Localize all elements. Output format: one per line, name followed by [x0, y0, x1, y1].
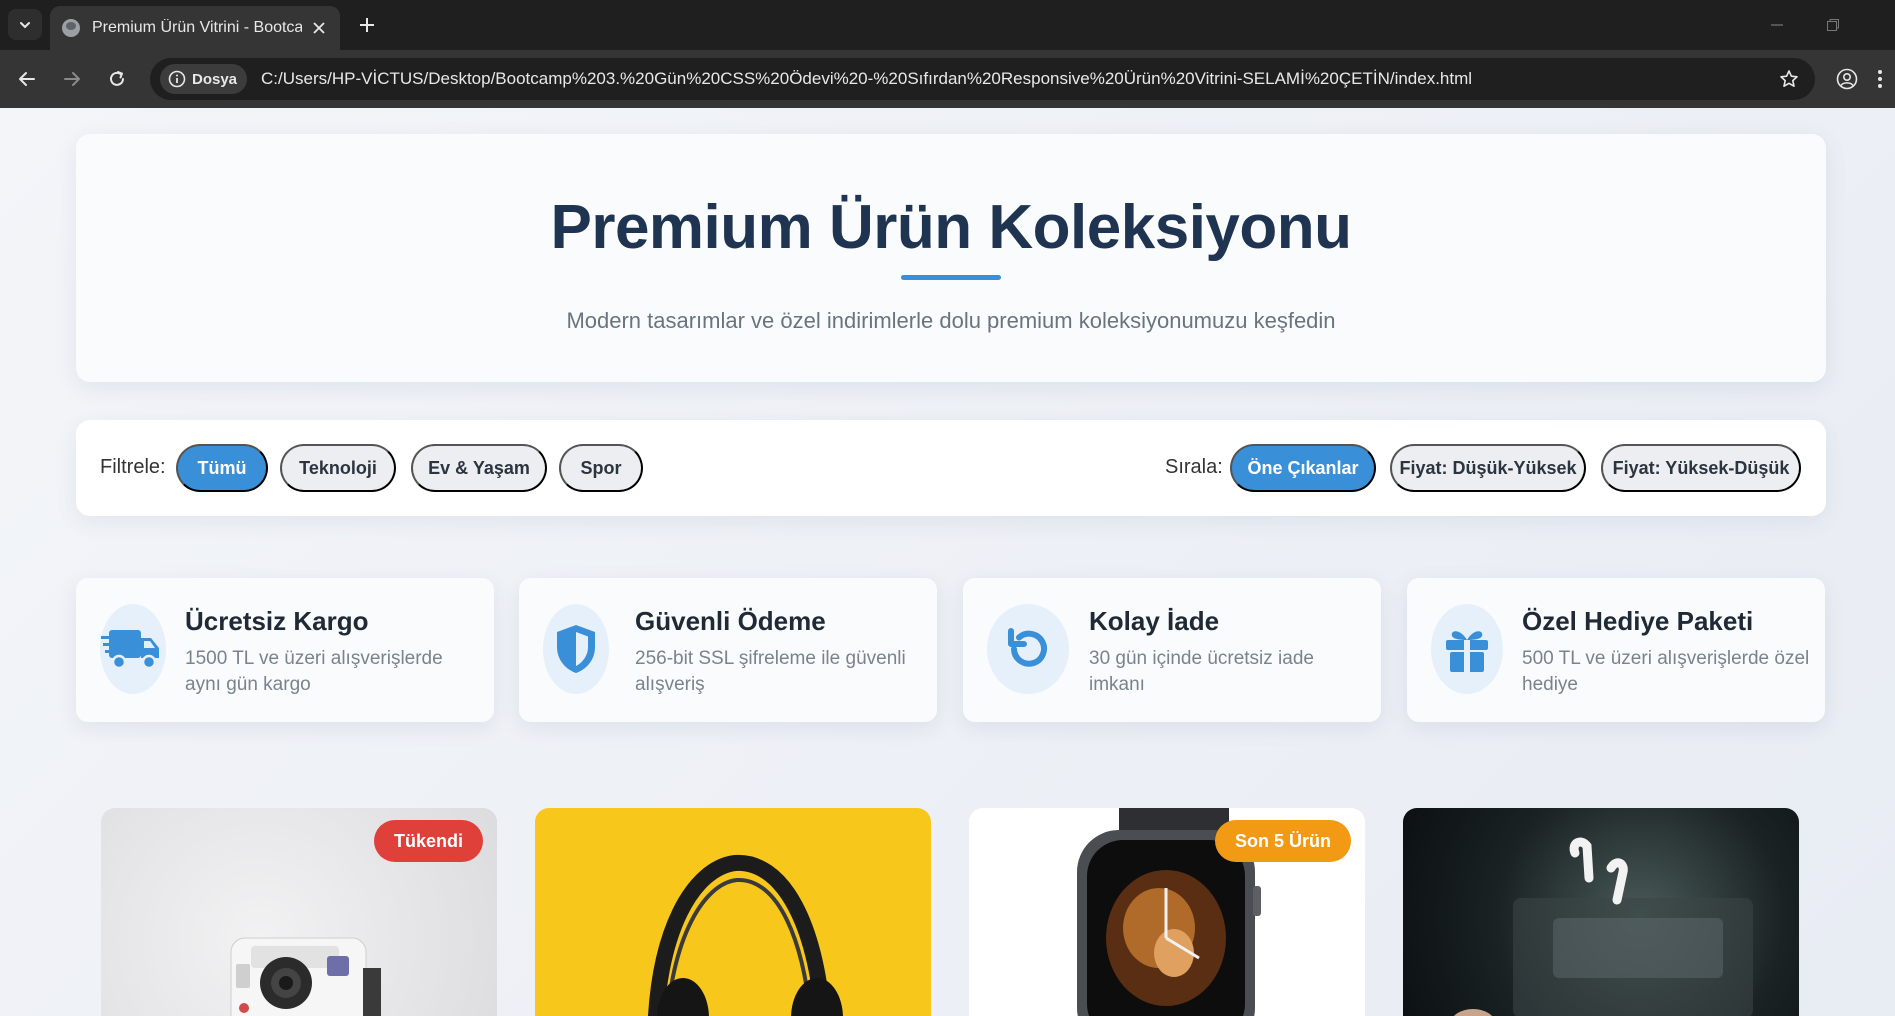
minimize-icon — [1771, 24, 1783, 26]
reload-button[interactable] — [101, 63, 133, 95]
undo-icon-badge — [987, 604, 1069, 694]
hero-section: Premium Ürün Koleksiyonu Modern tasarıml… — [76, 134, 1826, 382]
bookmark-button[interactable] — [1777, 67, 1801, 91]
product-card-headphones[interactable] — [535, 808, 931, 1016]
url-text[interactable]: C:/Users/HP-VİCTUS/Desktop/Bootcamp%203.… — [261, 69, 1472, 89]
feature-title: Güvenli Ödeme — [635, 606, 826, 636]
star-icon — [1780, 70, 1798, 87]
page-title: Premium Ürün Koleksiyonu — [550, 193, 1352, 262]
status-badge: Son 5 Ürün — [1214, 820, 1351, 862]
product-card-earbuds[interactable] — [1403, 808, 1799, 1016]
profile-button[interactable] — [1831, 63, 1863, 95]
address-bar[interactable]: Dosya C:/Users/HP-VİCTUS/Desktop/Bootcam… — [150, 58, 1815, 100]
feature-card-secure-payment: Güvenli Ödeme 256-bit SSL şifreleme ile … — [519, 578, 937, 722]
feature-desc-line: 256-bit SSL şifreleme ile güvenli — [635, 648, 906, 669]
filter-technology-button[interactable]: Teknoloji — [280, 444, 396, 492]
restore-button[interactable] — [1818, 10, 1848, 40]
headphones-image — [648, 854, 843, 1016]
feature-card-easy-return: Kolay İade 30 gün içinde ücretsiz iade im… — [963, 578, 1381, 722]
feature-card-free-shipping: Ücretsiz Kargo 1500 TL ve üzeri alışveri… — [76, 578, 494, 722]
feature-desc-line: 1500 TL ve üzeri alışverişlerde — [185, 648, 443, 669]
feature-desc-line: 500 TL ve üzeri alışverişlerde özel — [1522, 648, 1810, 669]
gift-icon-badge — [1431, 604, 1503, 694]
product-card-camera[interactable]: Tükendi — [101, 808, 497, 1016]
sort-price-desc-button[interactable]: Fiyat: Yüksek-Düşük — [1601, 444, 1801, 492]
feature-desc-line: hediye — [1522, 674, 1578, 695]
filter-all-button[interactable]: Tümü — [176, 444, 268, 492]
sort-price-asc-button[interactable]: Fiyat: Düşük-Yüksek — [1390, 444, 1586, 492]
truck-icon-badge — [100, 604, 166, 694]
filter-sort-bar: Filtrele: Tümü Teknoloji Ev & Yaşam Spor… — [76, 420, 1826, 516]
reload-icon — [110, 71, 124, 86]
feature-title: Özel Hediye Paketi — [1522, 606, 1754, 636]
restore-icon — [1827, 19, 1839, 31]
browser-menu-button[interactable] — [1869, 63, 1891, 95]
feature-desc-line: 30 gün içinde ücretsiz iade — [1089, 648, 1314, 669]
feature-description: 1500 TL ve üzeri alışverişlerde aynı gün … — [185, 646, 443, 698]
account-icon — [1836, 68, 1858, 90]
arrow-right-icon — [64, 72, 80, 86]
filter-label: Filtrele: — [100, 456, 166, 478]
sort-featured-button[interactable]: Öne Çıkanlar — [1230, 444, 1376, 492]
browser-toolbar: Dosya C:/Users/HP-VİCTUS/Desktop/Bootcam… — [0, 50, 1895, 108]
minimize-button[interactable] — [1762, 10, 1792, 40]
page-viewport: Premium Ürün Koleksiyonu Modern tasarıml… — [0, 108, 1895, 1016]
chevron-down-icon — [20, 21, 30, 28]
globe-icon — [62, 19, 80, 37]
feature-card-gift-package: Özel Hediye Paketi 500 TL ve üzeri alışv… — [1407, 578, 1825, 722]
back-button[interactable] — [11, 63, 43, 95]
close-icon — [313, 22, 325, 34]
page-subtitle: Modern tasarımlar ve özel indirimlerle d… — [566, 308, 1336, 333]
close-tab-button[interactable] — [308, 17, 330, 39]
plus-icon — [360, 18, 374, 32]
sort-label: Sırala: — [1165, 456, 1223, 478]
feature-title: Ücretsiz Kargo — [185, 606, 369, 636]
tab-title: Premium Ürün Vitrini - Bootcamp — [92, 19, 302, 36]
feature-title: Kolay İade — [1089, 606, 1220, 636]
new-tab-button[interactable] — [352, 10, 382, 40]
feature-desc-line: aynı gün kargo — [185, 674, 311, 695]
info-icon — [168, 70, 186, 88]
arrow-left-icon — [19, 72, 35, 86]
title-underline — [901, 275, 1001, 280]
earbuds-image — [1453, 837, 1753, 1016]
feature-description: 30 gün içinde ücretsiz iade imkanı — [1089, 646, 1314, 698]
product-card-smartwatch[interactable]: Son 5 Ürün — [969, 808, 1365, 1016]
more-vert-icon — [1878, 70, 1882, 88]
feature-description: 256-bit SSL şifreleme ile güvenli alışver… — [635, 646, 906, 698]
truck-icon — [101, 630, 159, 670]
feature-description: 500 TL ve üzeri alışverişlerde özel hediy… — [1522, 646, 1809, 698]
site-info-label: Dosya — [192, 70, 238, 88]
status-badge: Tükendi — [373, 820, 483, 862]
browser-tab-strip: Premium Ürün Vitrini - Bootcamp — [0, 0, 1895, 50]
feature-desc-line: imkanı — [1089, 674, 1145, 695]
shield-icon-badge — [543, 604, 609, 694]
filter-sports-button[interactable]: Spor — [559, 444, 643, 492]
forward-button[interactable] — [56, 63, 88, 95]
browser-tab[interactable]: Premium Ürün Vitrini - Bootcamp — [50, 6, 340, 50]
tab-search-button[interactable] — [8, 9, 42, 40]
site-info-chip[interactable]: Dosya — [160, 64, 248, 94]
gift-icon — [1446, 631, 1488, 672]
feature-desc-line: alışveriş — [635, 674, 705, 695]
shield-icon — [557, 625, 595, 673]
undo-icon — [1008, 628, 1047, 667]
filter-home-living-button[interactable]: Ev & Yaşam — [411, 444, 547, 492]
